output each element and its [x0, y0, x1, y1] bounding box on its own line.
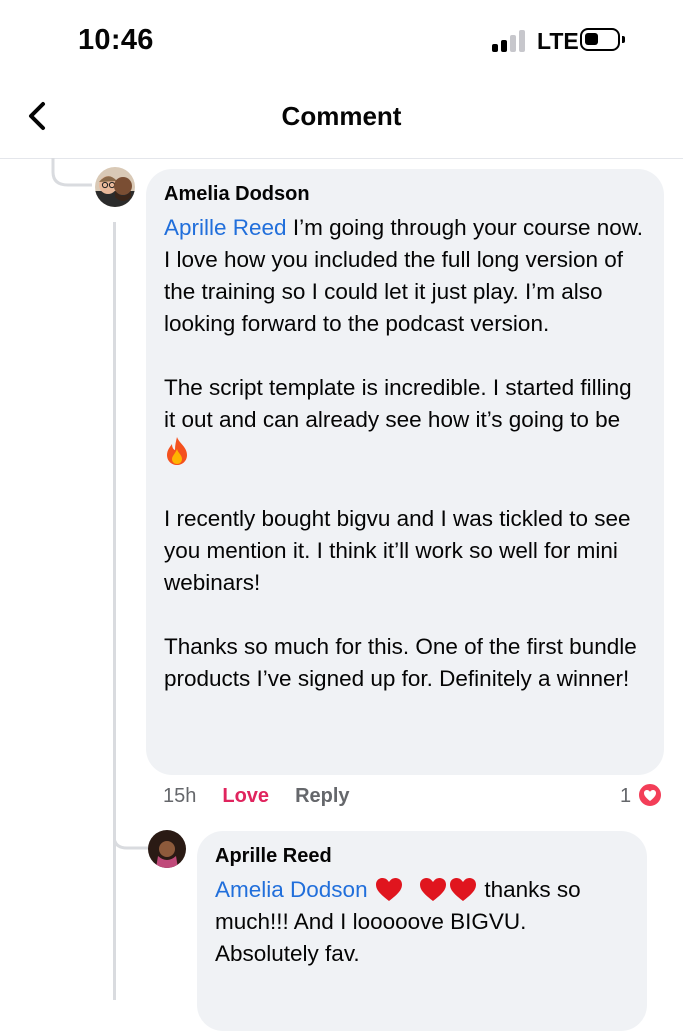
- thread-line-main: [113, 222, 116, 1000]
- reaction-count[interactable]: 1: [620, 785, 631, 808]
- comment-body: Aprille Reed I’m going through your cour…: [164, 212, 646, 695]
- battery-icon: [580, 28, 625, 51]
- network-label: LTE: [537, 28, 579, 54]
- reply-author[interactable]: Aprille Reed: [215, 845, 629, 868]
- comment-paragraph-text: The script template is incredible. I sta…: [164, 375, 632, 432]
- page-title: Comment: [281, 101, 402, 131]
- comment-bubble: Amelia Dodson Aprille Reed I’m going thr…: [146, 169, 664, 775]
- mention-link[interactable]: Amelia Dodson: [215, 877, 368, 902]
- thread-connector-top: [51, 158, 92, 187]
- love-button[interactable]: Love: [222, 785, 269, 807]
- red-heart-icon: [450, 878, 477, 901]
- comment-paragraph: I recently bought bigvu and I was tickle…: [164, 506, 631, 595]
- comment-author[interactable]: Amelia Dodson: [164, 183, 646, 206]
- reply-bubble: Aprille Reed Amelia Dodson thanks so muc…: [197, 831, 647, 1031]
- comment-paragraph: Aprille Reed I’m going through your cour…: [164, 212, 646, 340]
- love-reaction-icon[interactable]: [637, 782, 663, 808]
- comment-actions: 15h Love Reply: [163, 785, 350, 808]
- status-time: 10:46: [78, 24, 154, 56]
- comment-timestamp: 15h: [163, 785, 197, 807]
- cellular-signal-icon: [492, 30, 528, 52]
- red-heart-icon: [420, 878, 447, 901]
- reply-body: Amelia Dodson thanks so much!!! And I lo…: [215, 874, 629, 970]
- header-divider: [0, 158, 683, 159]
- comment-paragraph: Thanks so much for this. One of the firs…: [164, 634, 637, 691]
- comment-paragraph: The script template is incredible. I sta…: [164, 372, 646, 471]
- reply-button[interactable]: Reply: [295, 785, 349, 807]
- avatar-aprille-reed[interactable]: [148, 830, 186, 868]
- mention-link[interactable]: Aprille Reed: [164, 215, 287, 240]
- red-heart-icon: [375, 878, 402, 901]
- fire-icon: [167, 437, 187, 465]
- avatar-amelia-dodson[interactable]: [95, 167, 135, 207]
